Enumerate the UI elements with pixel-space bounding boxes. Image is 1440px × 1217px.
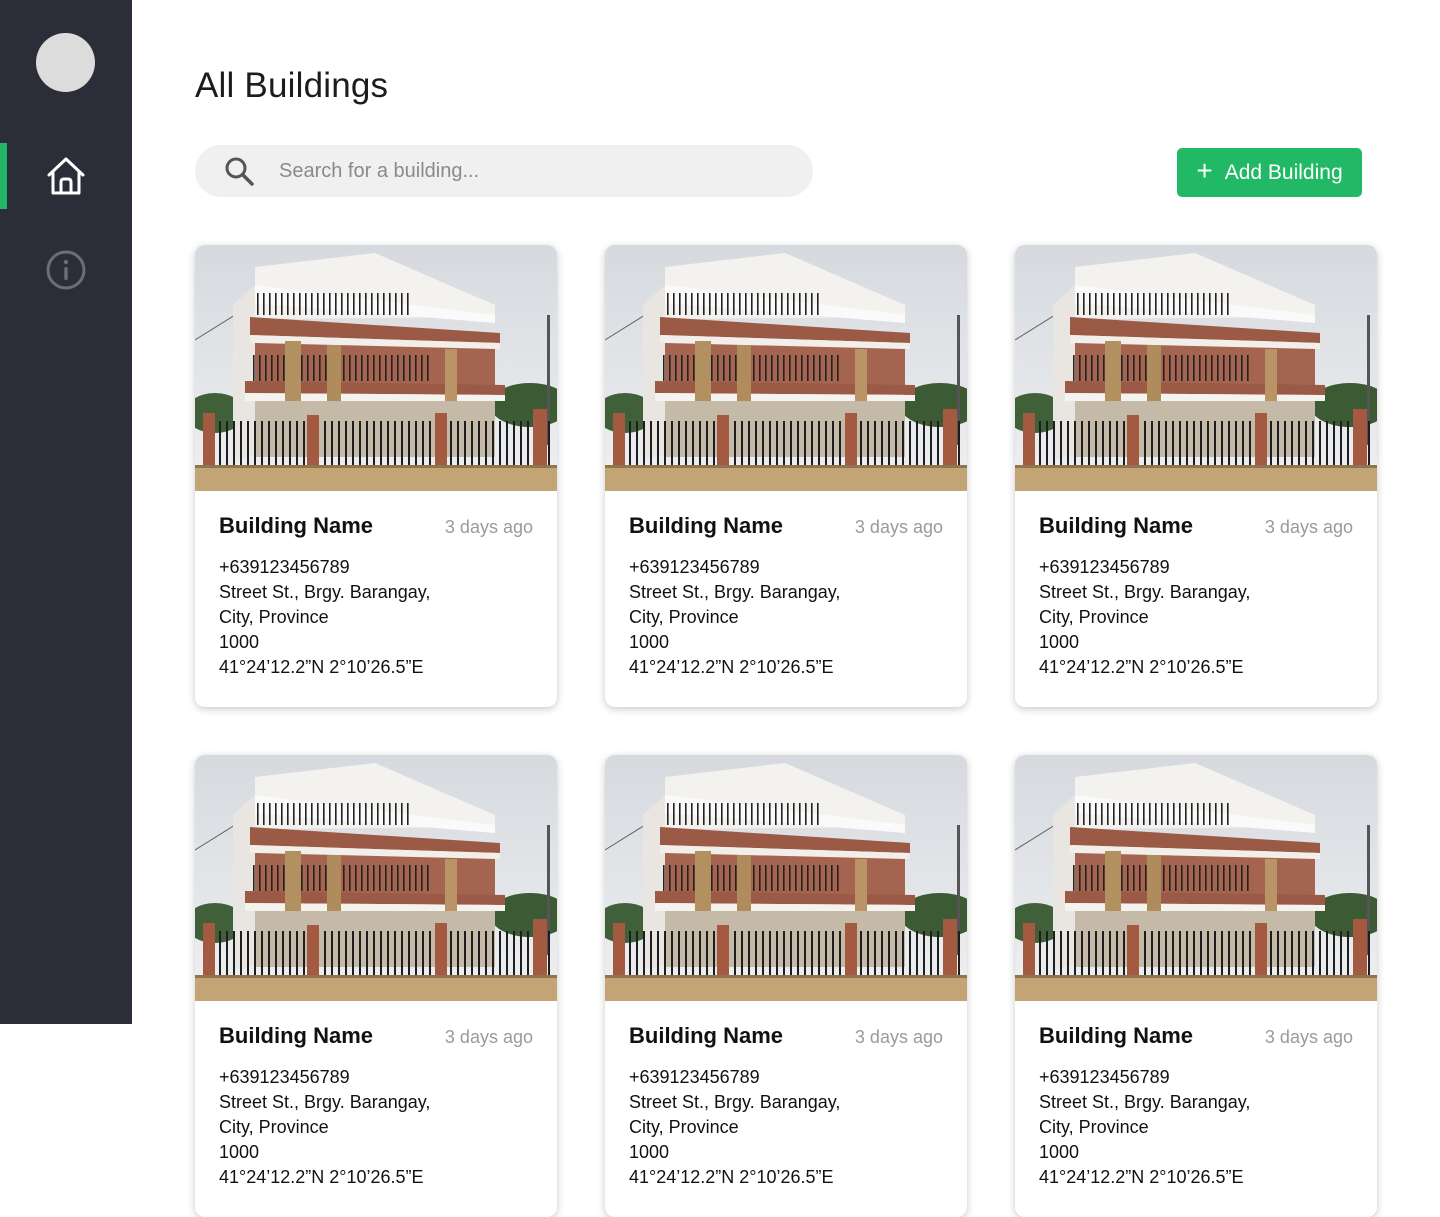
search-input[interactable] xyxy=(279,151,779,191)
building-city: City, Province xyxy=(219,607,329,627)
avatar[interactable] xyxy=(36,33,95,92)
building-card[interactable]: Building Name 3 days ago +639123456789 S… xyxy=(1015,245,1377,707)
building-zip: 1000 xyxy=(629,632,670,652)
building-street: Street St., Brgy. Barangay, xyxy=(1039,1092,1251,1112)
search-icon xyxy=(225,157,254,186)
add-building-button[interactable]: + Add Building xyxy=(1177,148,1362,197)
building-street: Street St., Brgy. Barangay, xyxy=(629,1092,841,1112)
building-phone: +639123456789 xyxy=(629,1067,760,1087)
building-name: Building Name xyxy=(629,513,784,538)
building-coordinates: 41°24’12.2”N 2°10’26.5”E xyxy=(219,657,424,677)
building-zip: 1000 xyxy=(1039,632,1080,652)
building-photo xyxy=(195,245,557,491)
plus-icon: + xyxy=(1196,155,1213,186)
building-photo xyxy=(605,245,967,491)
sidebar-item-info[interactable] xyxy=(0,237,132,303)
building-coordinates: 41°24’12.2”N 2°10’26.5”E xyxy=(219,1167,424,1187)
building-photo xyxy=(1015,755,1377,1001)
card-body: Building Name 3 days ago +639123456789 S… xyxy=(605,491,967,680)
building-name: Building Name xyxy=(219,513,374,538)
building-city: City, Province xyxy=(629,1117,739,1137)
page-title: All Buildings xyxy=(195,66,389,105)
card-body: Building Name 3 days ago +639123456789 S… xyxy=(605,1001,967,1190)
building-coordinates: 41°24’12.2”N 2°10’26.5”E xyxy=(1039,657,1244,677)
building-zip: 1000 xyxy=(1039,1142,1080,1162)
building-name: Building Name xyxy=(629,1023,784,1048)
building-coordinates: 41°24’12.2”N 2°10’26.5”E xyxy=(629,657,834,677)
building-card[interactable]: Building Name 3 days ago +639123456789 S… xyxy=(195,755,557,1217)
building-zip: 1000 xyxy=(219,1142,260,1162)
building-phone: +639123456789 xyxy=(1039,557,1170,577)
sidebar xyxy=(0,0,132,1024)
building-phone: +639123456789 xyxy=(219,557,350,577)
card-body: Building Name 3 days ago +639123456789 S… xyxy=(195,1001,557,1190)
building-name: Building Name xyxy=(1039,1023,1194,1048)
building-card[interactable]: Building Name 3 days ago +639123456789 S… xyxy=(605,755,967,1217)
updated-time: 3 days ago xyxy=(854,517,943,537)
building-photo xyxy=(195,755,557,1001)
updated-time: 3 days ago xyxy=(444,1027,533,1047)
building-phone: +639123456789 xyxy=(1039,1067,1170,1087)
building-phone: +639123456789 xyxy=(219,1067,350,1087)
active-indicator xyxy=(0,143,7,209)
updated-time: 3 days ago xyxy=(444,517,533,537)
building-name: Building Name xyxy=(219,1023,374,1048)
building-street: Street St., Brgy. Barangay, xyxy=(219,582,431,602)
building-card[interactable]: Building Name 3 days ago +639123456789 S… xyxy=(605,245,967,707)
building-street: Street St., Brgy. Barangay, xyxy=(629,582,841,602)
info-icon xyxy=(46,250,86,290)
updated-time: 3 days ago xyxy=(1264,1027,1353,1047)
building-coordinates: 41°24’12.2”N 2°10’26.5”E xyxy=(629,1167,834,1187)
updated-time: 3 days ago xyxy=(854,1027,943,1047)
add-building-label: Add Building xyxy=(1224,160,1343,184)
building-city: City, Province xyxy=(629,607,739,627)
building-phone: +639123456789 xyxy=(629,557,760,577)
building-street: Street St., Brgy. Barangay, xyxy=(1039,582,1251,602)
home-icon xyxy=(47,157,85,195)
building-zip: 1000 xyxy=(629,1142,670,1162)
updated-time: 3 days ago xyxy=(1264,517,1353,537)
building-zip: 1000 xyxy=(219,632,260,652)
card-body: Building Name 3 days ago +639123456789 S… xyxy=(1015,1001,1377,1190)
building-coordinates: 41°24’12.2”N 2°10’26.5”E xyxy=(1039,1167,1244,1187)
main-content: All Buildings + Add Building xyxy=(132,0,1440,1217)
building-card[interactable]: Building Name 3 days ago +639123456789 S… xyxy=(1015,755,1377,1217)
sidebar-item-home[interactable] xyxy=(0,143,132,209)
building-photo xyxy=(1015,245,1377,491)
building-card[interactable]: Building Name 3 days ago +639123456789 S… xyxy=(195,245,557,707)
building-photo xyxy=(605,755,967,1001)
building-city: City, Province xyxy=(1039,607,1149,627)
card-body: Building Name 3 days ago +639123456789 S… xyxy=(195,491,557,680)
building-city: City, Province xyxy=(219,1117,329,1137)
search-bar[interactable] xyxy=(195,145,813,197)
building-name: Building Name xyxy=(1039,513,1194,538)
building-city: City, Province xyxy=(1039,1117,1149,1137)
card-body: Building Name 3 days ago +639123456789 S… xyxy=(1015,491,1377,680)
building-street: Street St., Brgy. Barangay, xyxy=(219,1092,431,1112)
